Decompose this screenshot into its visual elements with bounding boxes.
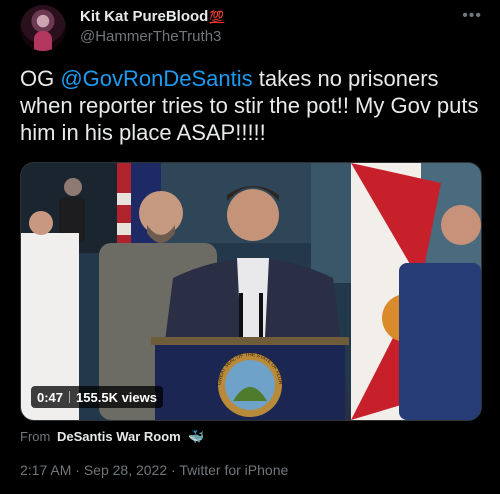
source-link[interactable]: DeSantis War Room xyxy=(57,429,181,444)
tweet-header: Kit Kat PureBlood💯 @HammerTheTruth3 ••• xyxy=(20,5,490,53)
source-prefix: From xyxy=(20,429,51,444)
tweet-time[interactable]: 2:17 AM xyxy=(20,462,71,478)
video-duration: 0:47 xyxy=(37,389,64,405)
video-views: 155.5K views xyxy=(76,389,157,405)
source-attribution: From DeSantis War Room 🐳 xyxy=(20,429,205,445)
video-frame: GREAT SEAL OF THE STATE OF FLORIDA xyxy=(21,163,481,420)
mention-link[interactable]: @GovRonDeSantis xyxy=(60,66,252,91)
video-stats-badge: 0:47 155.5K views xyxy=(31,386,163,408)
badge-divider xyxy=(69,391,71,403)
meta-separator-2: · xyxy=(171,462,176,478)
meta-separator: · xyxy=(75,462,80,478)
whale-icon: 🐳 xyxy=(188,429,205,444)
tweet-text: OG @GovRonDeSantis takes no prisoners wh… xyxy=(20,65,485,146)
display-name[interactable]: Kit Kat PureBlood💯 xyxy=(80,8,224,25)
video-player[interactable]: GREAT SEAL OF THE STATE OF FLORIDA 0:47 … xyxy=(20,162,482,421)
tweet-metadata: 2:17 AM · Sep 28, 2022 · Twitter for iPh… xyxy=(20,462,288,478)
avatar[interactable] xyxy=(20,5,66,51)
more-icon[interactable]: ••• xyxy=(462,7,482,25)
tweet-text-prefix: OG xyxy=(20,66,61,91)
hundred-icon: 💯 xyxy=(209,10,225,24)
display-name-text: Kit Kat PureBlood xyxy=(80,8,209,25)
tweet-date[interactable]: Sep 28, 2022 xyxy=(84,462,167,478)
tweet-client: Twitter for iPhone xyxy=(179,462,289,478)
user-handle[interactable]: @HammerTheTruth3 xyxy=(80,28,221,45)
